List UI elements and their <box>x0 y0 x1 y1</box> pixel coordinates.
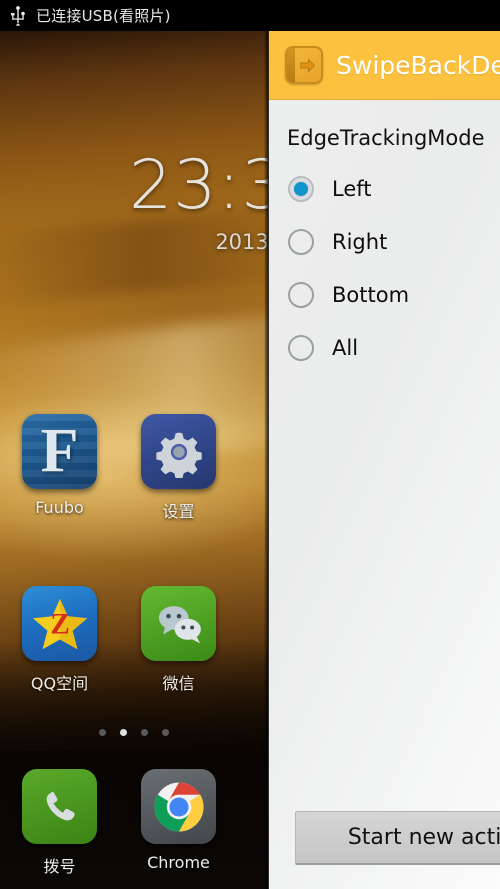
app-icon-grid: F Fuubo 设置 Z QQ空间 微信 <box>0 408 268 694</box>
page-dot[interactable] <box>99 729 106 736</box>
app-item-qqzone[interactable]: Z QQ空间 <box>0 580 119 694</box>
screen: 已连接USB(看照片) 23:32 2013-8-29 F Fuubo <box>0 0 500 889</box>
dock: 拨号 Chrome <box>0 755 268 889</box>
app-item-wechat[interactable]: 微信 <box>119 580 238 694</box>
swipeback-arrow-icon <box>285 46 323 84</box>
app-row-2: Z QQ空间 微信 <box>0 580 268 694</box>
app-item-settings[interactable]: 设置 <box>119 408 238 522</box>
fuubo-icon: F <box>22 414 97 489</box>
android-home-screen: 已连接USB(看照片) 23:32 2013-8-29 F Fuubo <box>0 0 268 889</box>
app-label: 微信 <box>162 674 195 693</box>
app-label: QQ空间 <box>30 674 89 693</box>
settings-gear-icon <box>141 414 216 489</box>
radio-option-left[interactable]: Left <box>288 162 500 215</box>
clock-time: 23:32 <box>129 146 268 225</box>
app-label: Fuubo <box>35 498 84 517</box>
wechat-icon <box>141 586 216 661</box>
qqzone-star-icon: Z <box>22 586 97 661</box>
radio-label: All <box>332 335 359 360</box>
dock-item-chrome[interactable]: Chrome <box>119 763 238 877</box>
radio-label: Right <box>332 229 388 254</box>
dock-row: 拨号 Chrome <box>0 755 268 877</box>
radio-button-right[interactable] <box>288 228 314 255</box>
edge-tracking-mode-radio-group: Left Right Bottom All <box>288 162 500 374</box>
page-dot[interactable] <box>162 729 169 736</box>
status-bar: 已连接USB(看照片) <box>0 0 268 31</box>
app-item-fuubo[interactable]: F Fuubo <box>0 408 119 522</box>
panel-status-bar <box>268 0 500 31</box>
usb-icon <box>10 5 26 26</box>
start-new-activity-button[interactable]: Start new activity <box>295 811 500 865</box>
app-label: 设置 <box>162 502 195 521</box>
radio-option-right[interactable]: Right <box>288 215 500 268</box>
app-label: 拨号 <box>43 857 76 876</box>
swipeback-activity-panel: SwipeBackDemo EdgeTrackingMode Left Righ… <box>264 0 500 889</box>
panel-content: EdgeTrackingMode Left Right Bottom All S… <box>268 100 500 889</box>
radio-button-left[interactable] <box>288 175 314 202</box>
radio-option-all[interactable]: All <box>288 321 500 374</box>
radio-button-all[interactable] <box>288 334 314 361</box>
clock-widget[interactable]: 23:32 2013-8-29 <box>0 146 268 255</box>
page-dot-active[interactable] <box>120 729 127 736</box>
edge-tracking-mode-label: EdgeTrackingMode <box>287 126 485 150</box>
page-dot[interactable] <box>141 729 148 736</box>
panel-edge-shadow <box>264 0 269 889</box>
phone-icon <box>22 769 97 844</box>
radio-label: Bottom <box>332 282 410 307</box>
page-indicator <box>0 729 268 736</box>
dock-item-phone[interactable]: 拨号 <box>0 763 119 877</box>
app-row-1: F Fuubo 设置 <box>0 408 268 522</box>
app-title: SwipeBackDemo <box>336 50 500 80</box>
radio-option-bottom[interactable]: Bottom <box>288 268 500 321</box>
radio-button-bottom[interactable] <box>288 281 314 308</box>
status-bar-text: 已连接USB(看照片) <box>36 7 171 25</box>
clock-date: 2013-8-29 <box>215 230 268 254</box>
app-header-bar: SwipeBackDemo <box>268 31 500 100</box>
radio-label: Left <box>332 176 372 201</box>
chrome-icon <box>141 769 216 844</box>
svg-text:Z: Z <box>50 608 69 640</box>
app-label: Chrome <box>147 853 210 872</box>
